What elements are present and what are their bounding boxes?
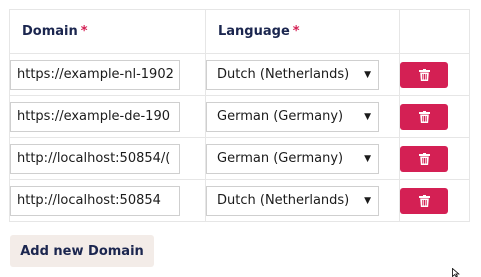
trash-icon [418,110,430,123]
delete-domain-button[interactable] [400,145,448,172]
domain-cell: https://example-nl-1902 [9,53,206,96]
mouse-cursor-icon [452,268,460,277]
actions-cell [399,53,470,96]
language-select-value: Dutch (Netherlands) [217,67,350,82]
language-header-label: Language [218,24,290,39]
actions-cell [399,179,470,222]
table-row: http://localhost:50854 Dutch (Netherland… [9,179,470,222]
delete-domain-button[interactable] [400,61,448,88]
table-row: https://example-de-190 German (Germany) ▼ [9,95,470,138]
trash-icon [418,68,430,81]
caret-down-icon: ▼ [364,153,371,164]
actions-column-header [399,9,470,54]
language-select[interactable]: Dutch (Netherlands) ▼ [206,185,379,216]
language-cell: German (Germany) ▼ [205,95,400,138]
table-row: http://localhost:50854/( German (Germany… [9,137,470,180]
delete-domain-button[interactable] [400,187,448,214]
language-cell: German (Germany) ▼ [205,137,400,180]
language-cell: Dutch (Netherlands) ▼ [205,53,400,96]
language-column-header: Language * [205,9,400,54]
language-select-value: Dutch (Netherlands) [217,193,350,208]
caret-down-icon: ▼ [364,111,371,122]
domains-table: Domain * Language * https://example-nl-190… [9,9,470,222]
language-select-value: German (Germany) [217,109,344,124]
domain-input[interactable]: http://localhost:50854/( [10,143,180,174]
domain-input[interactable]: https://example-nl-1902 [10,59,180,90]
required-marker: * [292,24,300,39]
trash-icon [418,194,430,207]
actions-cell [399,137,470,180]
trash-icon [418,152,430,165]
domain-cell: http://localhost:50854 [9,179,206,222]
language-cell: Dutch (Netherlands) ▼ [205,179,400,222]
add-domain-button[interactable]: Add new Domain [10,235,154,267]
required-marker: * [80,24,88,39]
language-select-value: German (Germany) [217,151,344,166]
domain-header-label: Domain [22,24,78,39]
domain-column-header: Domain * [9,9,206,54]
domain-cell: http://localhost:50854/( [9,137,206,180]
domain-cell: https://example-de-190 [9,95,206,138]
table-row: https://example-nl-1902 Dutch (Netherlan… [9,53,470,96]
caret-down-icon: ▼ [364,195,371,206]
caret-down-icon: ▼ [364,69,371,80]
delete-domain-button[interactable] [400,103,448,130]
domains-editor: Domain * Language * https://example-nl-190… [0,0,481,277]
language-select[interactable]: German (Germany) ▼ [206,101,379,132]
language-select[interactable]: Dutch (Netherlands) ▼ [206,59,379,90]
language-select[interactable]: German (Germany) ▼ [206,143,379,174]
actions-cell [399,95,470,138]
domain-input[interactable]: https://example-de-190 [10,101,180,132]
table-header-row: Domain * Language * [9,9,470,54]
domain-input[interactable]: http://localhost:50854 [10,185,180,216]
